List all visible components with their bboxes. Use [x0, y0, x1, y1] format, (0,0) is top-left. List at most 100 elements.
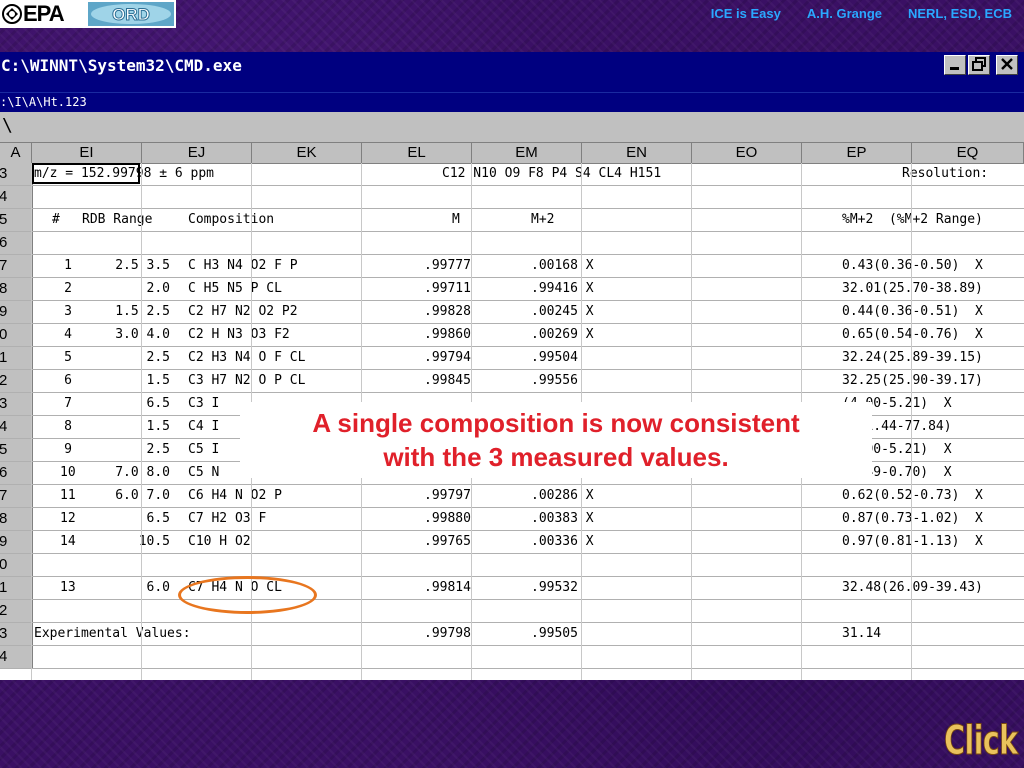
row-header[interactable]: 4 [0, 186, 33, 208]
table-cell[interactable]: C H5 N5 P CL [188, 278, 282, 300]
column-header-eo[interactable]: EO [692, 143, 802, 163]
table-cell[interactable]: 4 [60, 324, 72, 346]
table-cell[interactable]: 6.0 7.0 [100, 485, 170, 507]
header-link-org[interactable]: NERL, ESD, ECB [908, 6, 1012, 21]
table-cell[interactable]: 6 [60, 370, 72, 392]
row-header[interactable]: 4 [0, 646, 33, 668]
table-cell[interactable]: C2 H3 N4 O F CL [188, 347, 305, 369]
spreadsheet-titlebar[interactable]: :\I\A\Ht.123 [0, 92, 1024, 113]
table-cell[interactable]: 0.97(0.81-1.13) X [842, 531, 983, 553]
row-header[interactable]: 0 [0, 324, 33, 346]
column-header-ej[interactable]: EJ [142, 143, 252, 163]
table-cell[interactable]: %M+2 (%M+2 Range) [842, 209, 983, 231]
table-cell[interactable]: Experimental Values: [34, 623, 191, 645]
table-cell[interactable]: 2.5 [100, 439, 170, 461]
table-cell[interactable]: .00269 X [531, 324, 594, 346]
table-cell[interactable]: 32.01(25.70-38.89) [842, 278, 983, 300]
table-cell[interactable]: .99880 [424, 508, 471, 530]
row-header[interactable]: 4 [0, 416, 33, 438]
table-cell[interactable]: C H3 N4 O2 F P [188, 255, 298, 277]
table-cell[interactable]: 32.48(26.09-39.43) [842, 577, 983, 599]
column-header-ep[interactable]: EP [802, 143, 912, 163]
table-cell[interactable]: C6 H4 N O2 P [188, 485, 282, 507]
table-cell[interactable]: 1.5 2.5 [100, 301, 170, 323]
table-cell[interactable]: .00245 X [531, 301, 594, 323]
table-cell[interactable]: 0.43(0.36-0.50) X [842, 255, 983, 277]
row-header[interactable]: 3 [0, 163, 33, 185]
row-header[interactable]: 1 [0, 347, 33, 369]
table-cell[interactable]: .99765 [424, 531, 471, 553]
table-cell[interactable]: 6.0 [100, 577, 170, 599]
table-cell[interactable]: 2 [60, 278, 72, 300]
table-cell[interactable]: 11 [60, 485, 76, 507]
table-cell[interactable]: 7.0 8.0 [100, 462, 170, 484]
table-cell[interactable]: .99556 [531, 370, 578, 392]
table-cell[interactable]: .99798 [424, 623, 471, 645]
row-header[interactable]: 9 [0, 301, 33, 323]
table-cell[interactable]: 9 [60, 439, 72, 461]
table-cell[interactable]: .00383 X [531, 508, 594, 530]
row-header[interactable]: 7 [0, 485, 33, 507]
table-cell[interactable]: Resolution: [902, 163, 988, 185]
table-cell[interactable]: .99416 X [531, 278, 594, 300]
table-cell[interactable]: C4 I [188, 416, 219, 438]
row-header[interactable]: 6 [0, 232, 33, 254]
column-header-eq[interactable]: EQ [912, 143, 1024, 163]
table-cell[interactable]: 2.5 3.5 [100, 255, 170, 277]
table-cell[interactable]: 2.0 [100, 278, 170, 300]
table-cell[interactable]: C2 H N3 O3 F2 [188, 324, 290, 346]
table-cell[interactable]: .99828 [424, 301, 471, 323]
table-cell[interactable]: 0.44(0.36-0.51) X [842, 301, 983, 323]
table-cell[interactable]: 32.25(25.90-39.17) [842, 370, 983, 392]
click-button[interactable]: Click [944, 718, 1019, 765]
table-cell[interactable]: C3 H7 N2 O P CL [188, 370, 305, 392]
table-cell[interactable]: .99711 [424, 278, 471, 300]
table-cell[interactable]: .99505 [531, 623, 578, 645]
row-header[interactable]: 2 [0, 370, 33, 392]
table-cell[interactable]: 10 [60, 462, 76, 484]
table-cell[interactable]: .99860 [424, 324, 471, 346]
row-header[interactable]: 5 [0, 439, 33, 461]
table-cell[interactable]: .00336 X [531, 531, 594, 553]
table-cell[interactable]: 6.5 [100, 508, 170, 530]
table-cell[interactable]: C3 I [188, 393, 219, 415]
table-cell[interactable]: 1.5 [100, 416, 170, 438]
table-cell[interactable]: .99504 [531, 347, 578, 369]
table-cell[interactable]: C12 N10 O9 F8 P4 S4 CL4 H151 [442, 163, 661, 185]
table-cell[interactable]: 8 [60, 416, 72, 438]
table-cell[interactable]: .00286 X [531, 485, 594, 507]
restore-button[interactable] [968, 55, 990, 75]
row-header[interactable]: 2 [0, 600, 33, 622]
table-cell[interactable]: 1 [60, 255, 72, 277]
row-header[interactable]: 8 [0, 278, 33, 300]
table-cell[interactable]: 32.24(25.89-39.15) [842, 347, 983, 369]
table-cell[interactable]: 5 [60, 347, 72, 369]
row-header[interactable]: 8 [0, 508, 33, 530]
column-header-a[interactable]: A [0, 143, 32, 163]
column-header-ek[interactable]: EK [252, 143, 362, 163]
table-cell[interactable]: C7 H2 O3 F [188, 508, 266, 530]
table-cell[interactable]: .99845 [424, 370, 471, 392]
formula-bar[interactable]: \ [0, 112, 1024, 143]
table-cell[interactable]: 6.5 [100, 393, 170, 415]
table-cell[interactable]: 31.14 [842, 623, 881, 645]
cmd-titlebar[interactable]: C:\WINNT\System32\CMD.exe [0, 52, 1024, 80]
column-header-ei[interactable]: EI [32, 143, 142, 163]
row-header[interactable]: 3 [0, 623, 33, 645]
row-header[interactable]: 3 [0, 393, 33, 415]
header-link-ice[interactable]: ICE is Easy [711, 6, 781, 21]
column-header-em[interactable]: EM [472, 143, 582, 163]
table-cell[interactable]: .99794 [424, 347, 471, 369]
table-cell[interactable]: 10.5 [100, 531, 170, 553]
table-cell[interactable]: M [452, 209, 460, 231]
header-link-author[interactable]: A.H. Grange [807, 6, 882, 21]
table-cell[interactable]: 0.65(0.54-0.76) X [842, 324, 983, 346]
table-cell[interactable]: C2 H7 N2 O2 P2 [188, 301, 298, 323]
table-cell[interactable]: 0.62(0.52-0.73) X [842, 485, 983, 507]
table-cell[interactable]: .99777 [424, 255, 471, 277]
table-cell[interactable]: .99814 [424, 577, 471, 599]
row-header[interactable]: 9 [0, 531, 33, 553]
table-cell[interactable]: C10 H O2 [188, 531, 251, 553]
table-cell[interactable]: # [52, 209, 60, 231]
table-cell[interactable]: 0.87(0.73-1.02) X [842, 508, 983, 530]
